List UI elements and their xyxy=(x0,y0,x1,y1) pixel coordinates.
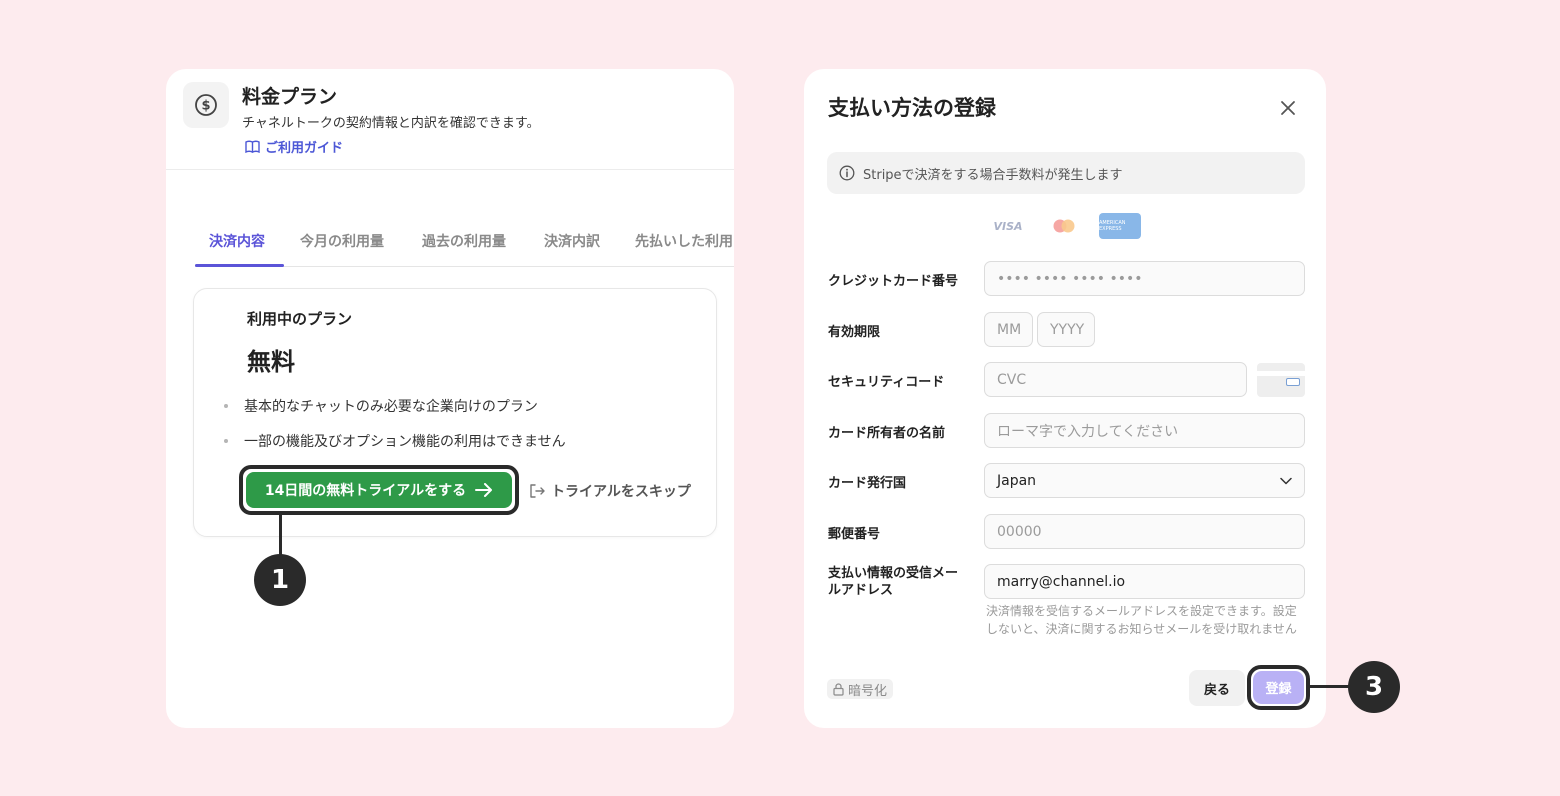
close-icon[interactable] xyxy=(1277,97,1299,119)
tab-past-usage[interactable]: 過去の利用量 xyxy=(422,231,506,251)
security-code-label: セキュリティコード xyxy=(828,375,945,390)
guide-link-label: ご利用ガイド xyxy=(265,141,344,156)
expiry-label: 有効期限 xyxy=(828,325,881,340)
card-holder-input[interactable]: ローマ字で入力してください xyxy=(984,413,1305,448)
bullet-icon xyxy=(224,439,228,443)
arrow-right-icon xyxy=(475,483,493,497)
pricing-plan-card: $ 料金プラン チャネルトークの契約情報と内訳を確認できます。 ご利用ガイド 決… xyxy=(166,69,734,728)
email-label: 支払い情報の受信メー ルアドレス xyxy=(828,565,958,599)
amex-logo: AMERICAN EXPRESS xyxy=(1099,213,1141,239)
encrypted-badge-label: 暗号化 xyxy=(848,683,888,699)
tab-payment-breakdown[interactable]: 決済内訳 xyxy=(544,231,600,251)
page-title: 料金プラン xyxy=(242,86,338,108)
card-brands: VISA AMERICAN EXPRESS xyxy=(987,213,1141,239)
email-helper-text: 決済情報を受信するメールアドレスを設定できます。設定しないと、決済に関するお知ら… xyxy=(986,604,1297,636)
mastercard-logo xyxy=(1043,213,1085,239)
guide-link[interactable]: ご利用ガイド xyxy=(245,137,343,156)
plan-feature-item: 基本的なチャットのみ必要な企業向けのプラン xyxy=(224,396,538,416)
email-label-line: ルアドレス xyxy=(828,583,894,598)
chevron-down-icon xyxy=(1280,477,1292,484)
plan-feature-text: 一部の機能及びオプション機能の利用はできません xyxy=(244,434,566,450)
svg-text:$: $ xyxy=(201,99,210,114)
step-callout-3: 3 xyxy=(1348,661,1400,713)
bullet-icon xyxy=(224,404,228,408)
fee-notice: Stripeで決済をする場合手数料が発生します xyxy=(827,152,1305,194)
trial-button-highlight: 14日間の無料トライアルをする xyxy=(239,465,519,515)
start-trial-button[interactable]: 14日間の無料トライアルをする xyxy=(246,472,512,508)
cvc-input[interactable]: CVC xyxy=(984,362,1247,397)
card-number-label: クレジットカード番号 xyxy=(828,274,959,289)
postal-code-label: 郵便番号 xyxy=(828,527,881,542)
payment-method-modal: 支払い方法の登録 Stripeで決済をする場合手数料が発生します VISA AM… xyxy=(804,69,1326,728)
lock-icon xyxy=(833,682,844,696)
current-plan-name: 無料 xyxy=(247,348,295,376)
back-button[interactable]: 戻る xyxy=(1189,670,1245,706)
expiry-month-input[interactable]: MM xyxy=(984,312,1033,347)
tab-payment-details[interactable]: 決済内容 xyxy=(209,231,265,251)
issuing-country-select[interactable]: Japan xyxy=(984,463,1305,498)
start-trial-label: 14日間の無料トライアルをする xyxy=(264,483,467,499)
dollar-icon: $ xyxy=(183,82,229,128)
modal-title: 支払い方法の登録 xyxy=(828,96,996,120)
issuing-country-label: カード発行国 xyxy=(828,476,907,491)
fee-notice-text: Stripeで決済をする場合手数料が発生します xyxy=(863,167,1123,183)
skip-trial-link[interactable]: トライアルをスキップ xyxy=(529,481,691,501)
current-plan-panel: 利用中のプラン 無料 基本的なチャットのみ必要な企業向けのプラン 一部の機能及び… xyxy=(193,288,717,537)
current-plan-label: 利用中のプラン xyxy=(247,310,353,328)
visa-logo: VISA xyxy=(987,213,1029,239)
email-label-line: 支払い情報の受信メー xyxy=(828,566,959,581)
pricing-header: $ 料金プラン チャネルトークの契約情報と内訳を確認できます。 ご利用ガイド xyxy=(166,69,734,170)
exit-icon xyxy=(530,484,545,498)
plan-feature-text: 基本的なチャットのみ必要な企業向けのプラン xyxy=(244,399,538,415)
skip-trial-label: トライアルをスキップ xyxy=(551,484,691,500)
active-tab-indicator xyxy=(195,264,284,267)
encrypted-badge: 暗号化 xyxy=(827,679,894,699)
callout-connector xyxy=(279,514,282,556)
register-button[interactable]: 登録 xyxy=(1253,671,1304,704)
info-icon xyxy=(839,165,855,181)
page-subtitle: チャネルトークの契約情報と内訳を確認できます。 xyxy=(242,116,540,131)
card-holder-label: カード所有者の名前 xyxy=(828,426,946,441)
postal-code-input[interactable]: 00000 xyxy=(984,514,1305,549)
register-button-highlight: 登録 xyxy=(1247,665,1310,710)
billing-tabs: 決済内容 今月の利用量 過去の利用量 決済内訳 先払いした利用 xyxy=(195,217,734,267)
expiry-year-input[interactable]: YYYY xyxy=(1037,312,1095,347)
cvc-card-icon xyxy=(1257,363,1305,397)
plan-feature-item: 一部の機能及びオプション機能の利用はできません xyxy=(224,431,566,451)
tab-prepaid-usage[interactable]: 先払いした利用 xyxy=(635,231,733,251)
callout-connector xyxy=(1309,685,1349,688)
issuing-country-value: Japan xyxy=(997,472,1037,489)
billing-email-input[interactable]: marry@channel.io xyxy=(984,564,1305,599)
tab-this-month-usage[interactable]: 今月の利用量 xyxy=(300,231,384,251)
step-callout-1: 1 xyxy=(254,554,306,606)
book-icon xyxy=(245,140,260,153)
card-number-input[interactable]: •••• •••• •••• •••• xyxy=(984,261,1305,296)
